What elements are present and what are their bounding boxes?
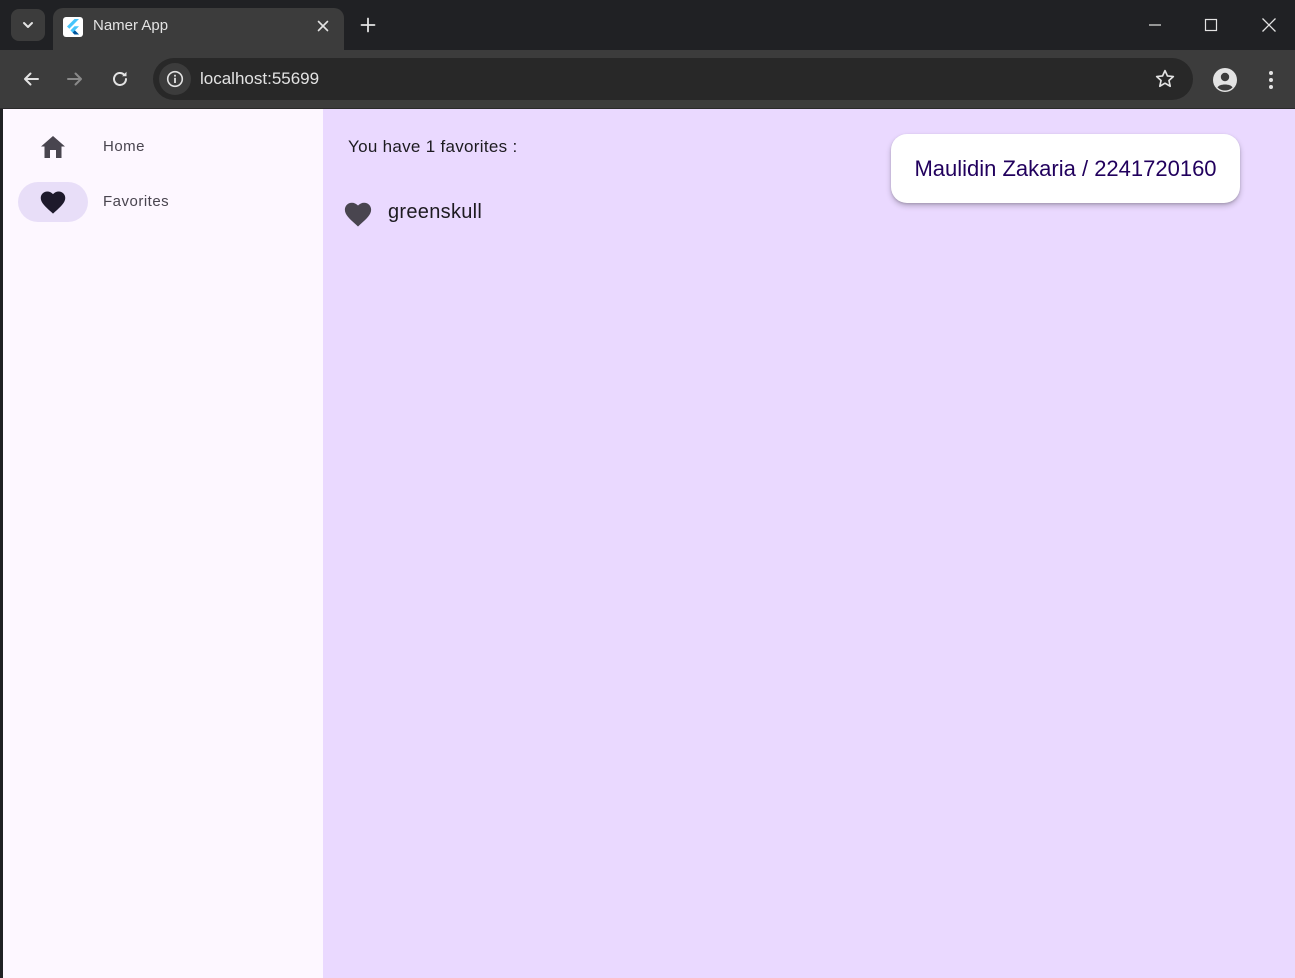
star-icon [1155,69,1175,88]
profile-button[interactable] [1211,66,1239,94]
arrow-right-icon [67,72,82,86]
browser-window: Namer App localhost:55699 Home Favorites… [0,0,1295,978]
reload-button[interactable] [103,62,137,96]
app-page: Home Favorites You have 1 favorites : gr… [3,109,1295,978]
account-icon [1213,68,1237,92]
favorites-content: You have 1 favorites : greenskull Maulid… [323,109,1295,978]
close-window-button[interactable] [1252,8,1286,42]
arrow-left-icon [24,72,39,86]
heart-icon [344,202,372,227]
new-tab-button[interactable] [355,12,381,38]
active-tab[interactable]: Namer App [53,8,344,50]
nav-indicator-active [18,182,88,222]
forward-button[interactable] [58,62,92,96]
tab-strip: Namer App [0,0,1295,50]
maximize-button[interactable] [1194,8,1228,42]
close-icon [317,20,329,32]
bookmark-button[interactable] [1153,67,1177,91]
info-icon [166,70,184,88]
nav-label-home: Home [103,138,146,155]
nav-item-home[interactable]: Home [3,123,323,171]
chevron-down-icon [23,22,33,28]
site-info-button[interactable] [159,63,191,95]
home-icon [41,136,65,158]
address-bar[interactable]: localhost:55699 [153,58,1193,100]
url-text: localhost:55699 [200,69,320,88]
browser-toolbar: localhost:55699 [0,50,1295,109]
reload-icon [113,71,127,86]
heart-icon [40,191,66,214]
minimize-icon [1149,24,1161,26]
back-button[interactable] [14,62,48,96]
more-vert-icon [1269,71,1273,89]
name-card: Maulidin Zakaria / 2241720160 [891,134,1240,203]
close-icon [1262,18,1276,32]
navigation-rail: Home Favorites [3,109,323,978]
favorites-count-text: You have 1 favorites : [348,137,518,156]
nav-item-favorites[interactable]: Favorites [3,178,323,226]
tab-title: Namer App [93,17,169,34]
maximize-icon [1204,18,1218,32]
list-item[interactable]: greenskull [343,197,743,229]
browser-menu-button[interactable] [1259,66,1283,94]
nav-label-favorites: Favorites [103,193,170,210]
flutter-logo-icon [63,17,83,37]
name-card-text: Maulidin Zakaria / 2241720160 [914,156,1217,181]
favorite-word-label: greenskull [388,201,483,223]
nav-indicator [18,127,88,167]
tab-search-button[interactable] [11,9,45,41]
plus-icon [360,17,376,33]
close-tab-button[interactable] [314,17,332,35]
minimize-button[interactable] [1138,8,1172,42]
